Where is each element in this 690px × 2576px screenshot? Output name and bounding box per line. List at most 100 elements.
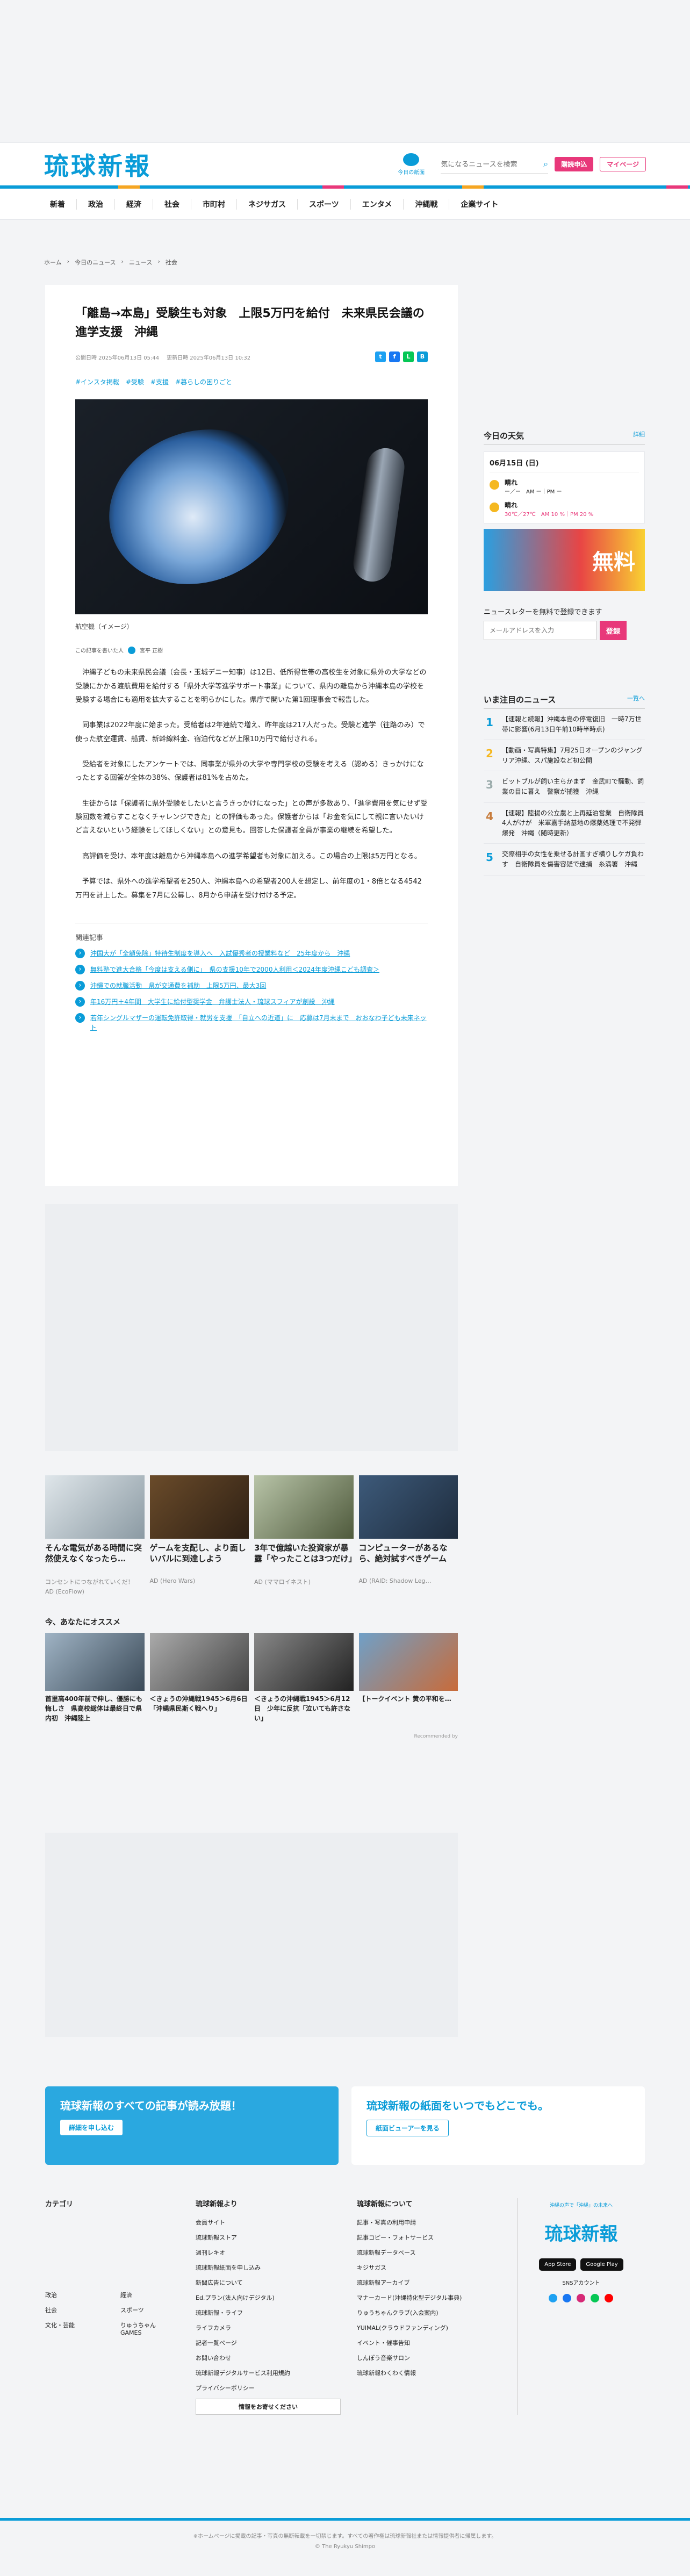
newsletter-submit-button[interactable]: 登録 bbox=[600, 621, 627, 640]
footer-link[interactable]: しんぽう音楽サロン bbox=[357, 2353, 495, 2362]
promo-subscribe-button[interactable]: 詳細を申し込む bbox=[60, 2120, 123, 2135]
footer-link[interactable]: 琉球新報アーカイブ bbox=[357, 2278, 495, 2287]
nav-item-new[interactable]: 新着 bbox=[39, 199, 76, 210]
nav-item-towns[interactable]: 市町村 bbox=[191, 198, 236, 210]
footer-link[interactable]: 琉球新報わくわく情報 bbox=[357, 2369, 495, 2377]
footer-link[interactable]: 琉球新報デジタルサービス利用規約 bbox=[196, 2369, 335, 2377]
footer-link[interactable]: マナーカード(沖縄特化型デジタル事典) bbox=[357, 2293, 495, 2302]
recommend-image[interactable] bbox=[149, 1633, 249, 1691]
site-logo[interactable]: 琉球新報 bbox=[44, 147, 152, 182]
footer-link[interactable]: 社会 bbox=[45, 2306, 120, 2314]
nav-item-society[interactable]: 社会 bbox=[153, 198, 191, 210]
footer-link[interactable]: スポーツ bbox=[120, 2306, 174, 2314]
tag[interactable]: #支援 bbox=[150, 377, 169, 386]
footer-link[interactable]: 記事コピー・フォトサービス bbox=[357, 2233, 495, 2242]
mypage-button[interactable]: マイページ bbox=[600, 157, 646, 171]
footer-link[interactable]: 記事・写真の利用申請 bbox=[357, 2218, 495, 2227]
footer-link[interactable]: りゅうちゃんGAMES bbox=[120, 2321, 174, 2336]
footer-link[interactable]: キジサガス bbox=[357, 2263, 495, 2272]
twitter-share-icon[interactable]: t bbox=[375, 351, 386, 363]
recommend-card[interactable]: ＜きょうの沖縄戦1945＞6月12日 少年に反抗「泣いても許さない」 bbox=[254, 1633, 354, 1726]
footer-link[interactable]: 琉球新報紙面を申し込み bbox=[196, 2263, 335, 2272]
search-icon[interactable]: ⌕ bbox=[543, 159, 548, 169]
ad-image[interactable] bbox=[358, 1475, 458, 1539]
footer-link[interactable]: イベント・催事告知 bbox=[357, 2338, 495, 2347]
ranking-item[interactable]: 3 ビットブルが飼い主らかまず 金武町で騒動、飼業の目に暮え 警察が捕獲 沖縄 bbox=[484, 771, 645, 803]
facebook-share-icon[interactable]: f bbox=[389, 351, 400, 363]
related-item[interactable]: 年16万円＋4年間 大学生に給付型奨学金 弁護士法人・琉球スフィアが創設 沖縄 bbox=[75, 997, 428, 1007]
author-name[interactable]: 宮平 正樹 bbox=[140, 646, 163, 654]
footer-link[interactable]: 政治 bbox=[45, 2291, 120, 2299]
ad-image[interactable] bbox=[254, 1475, 354, 1539]
footer-link[interactable]: YUIMAL(クラウドファンディング) bbox=[357, 2323, 495, 2332]
line-icon[interactable] bbox=[591, 2294, 600, 2302]
ad-card[interactable]: コンピューターがあるなら、絶対試すべきゲーム AD (RAID: Shadow … bbox=[358, 1475, 458, 1595]
nav-item-kijisagasu[interactable]: ネジサガス bbox=[236, 198, 297, 210]
footer-link[interactable]: 会員サイト bbox=[196, 2218, 335, 2227]
weather-more-link[interactable]: 詳細 bbox=[633, 430, 645, 441]
related-item[interactable]: 若年シングルマザーの運転免許取得・就労を支援 「自立への近道」に 応募は7月末ま… bbox=[75, 1013, 428, 1032]
footer-link[interactable]: 文化・芸能 bbox=[45, 2321, 120, 2329]
footer-link[interactable]: 新聞広告について bbox=[196, 2278, 335, 2287]
contact-button[interactable]: 情報をお寄せください bbox=[196, 2399, 341, 2415]
line-share-icon[interactable]: L bbox=[403, 351, 414, 363]
related-item[interactable]: 沖国大が「全額免除」特待生制度を導入へ 入試優秀者の授業料など 25年度から 沖… bbox=[75, 949, 428, 958]
ranking-item[interactable]: 5 交際相手の女性を乗せる計画すぎ横りしケガ負わす 自衛隊員を傷害容疑で逮捕 糸満… bbox=[484, 844, 645, 876]
footer-link[interactable]: りゅうちゃんクラブ(入会案内) bbox=[357, 2308, 495, 2317]
recommend-card[interactable]: ＜きょうの沖縄戦1945＞6月6日「沖縄県民斯く戦へり」 bbox=[149, 1633, 249, 1726]
ranking-item[interactable]: 1 【速報と続報】沖縄本島の停電復旧 一時7万世帯に影響(6月13日午前10時半時… bbox=[484, 709, 645, 741]
tag[interactable]: #暮らしの困りごと bbox=[175, 377, 232, 386]
nav-item-politics[interactable]: 政治 bbox=[76, 198, 114, 210]
footer-link[interactable]: 琉球新報・ライフ bbox=[196, 2308, 335, 2317]
nav-item-okinawa-war[interactable]: 沖縄戦 bbox=[403, 198, 449, 210]
promo-subscribe[interactable]: 琉球新報のすべての記事が読み放題！ 詳細を申し込む bbox=[45, 2086, 339, 2165]
footer-link[interactable]: お問い合わせ bbox=[196, 2353, 335, 2362]
footer-link[interactable]: プライバシーポリシー bbox=[196, 2384, 335, 2392]
recommend-card[interactable]: 首里高400年前で伸し、優勝にも悔しさ 県高校総体は最終日で県内初 沖縄陸上 bbox=[45, 1633, 145, 1726]
twitter-icon[interactable] bbox=[549, 2294, 558, 2302]
footer-link[interactable]: 経済 bbox=[120, 2291, 174, 2299]
promo-viewer[interactable]: 琉球新報の紙面をいつでもどこでも。 紙面ビューアーを見る bbox=[351, 2086, 645, 2165]
recommend-image[interactable] bbox=[358, 1633, 458, 1691]
footer-link[interactable]: 琉球新報データベース bbox=[357, 2248, 495, 2257]
hatena-share-icon[interactable]: B bbox=[417, 351, 428, 363]
nav-item-sports[interactable]: スポーツ bbox=[297, 198, 350, 210]
footer-link[interactable]: ライフカメラ bbox=[196, 2323, 335, 2332]
google-play-badge[interactable]: Google Play bbox=[580, 2258, 623, 2271]
footer-logo[interactable]: 琉球新報 bbox=[518, 2219, 645, 2245]
ad-image[interactable] bbox=[149, 1475, 249, 1539]
related-item[interactable]: 沖縄での就職活動 県が交通費を補助 上限5万円、最大3回 bbox=[75, 981, 428, 991]
recommend-card[interactable]: 【トークイベント 黄の平和を… bbox=[358, 1633, 458, 1726]
ranking-more-link[interactable]: 一覧へ bbox=[627, 694, 645, 705]
tag[interactable]: #インスタ掲載 bbox=[75, 377, 119, 386]
footer-link[interactable]: 記者一覧ページ bbox=[196, 2338, 335, 2347]
ranking-item[interactable]: 4 【速報】陸揚の公立農と上再延泊営業 自衛隊員4人がけが 米軍嘉手納基地の爆薬処… bbox=[484, 803, 645, 844]
footer-link[interactable]: 琉球新報ストア bbox=[196, 2233, 335, 2242]
footer-link[interactable]: 週刊レキオ bbox=[196, 2248, 335, 2257]
ad-card[interactable]: そんな電気がある時間に突然使えなくなったら… コンセントにつながれていくだ！ A… bbox=[45, 1475, 145, 1595]
related-item[interactable]: 無料塾で進大合格「今度は支える側に」 県の支援10年で2000人利用＜2024年… bbox=[75, 965, 428, 974]
instagram-icon[interactable] bbox=[577, 2294, 586, 2302]
ad-card[interactable]: ゲームを支配し、より面しいバルに到達しよう AD (Hero Wars) bbox=[149, 1475, 249, 1595]
youtube-icon[interactable] bbox=[605, 2294, 614, 2302]
recommend-image[interactable] bbox=[254, 1633, 354, 1691]
subscribe-button[interactable]: 購読申込 bbox=[555, 157, 594, 171]
breadcrumb-today[interactable]: 今日のニュース bbox=[75, 258, 116, 267]
todays-paper-button[interactable]: 今日の紙面 bbox=[398, 153, 425, 176]
nav-item-entertainment[interactable]: エンタメ bbox=[350, 198, 404, 210]
search-input[interactable] bbox=[441, 160, 544, 168]
nav-item-economy[interactable]: 経済 bbox=[114, 198, 153, 210]
footer-link[interactable]: Ed.プラン(法人向けデジタル) bbox=[196, 2293, 335, 2302]
ad-image[interactable] bbox=[45, 1475, 145, 1539]
app-store-badge[interactable]: App Store bbox=[539, 2258, 577, 2271]
sidebar-banner-ad[interactable]: 無料 bbox=[484, 529, 645, 591]
recommend-image[interactable] bbox=[45, 1633, 145, 1691]
promo-viewer-button[interactable]: 紙面ビューアーを見る bbox=[366, 2120, 449, 2136]
breadcrumb-home[interactable]: ホーム bbox=[44, 258, 62, 267]
ad-card[interactable]: 3年で億越いた投資家が暴露「やったことは3つだけ」 AD (ママロイネスト) bbox=[254, 1475, 354, 1595]
facebook-icon[interactable] bbox=[563, 2294, 572, 2302]
breadcrumb-news[interactable]: ニュース bbox=[129, 258, 152, 267]
tag[interactable]: #受験 bbox=[126, 377, 144, 386]
ranking-item[interactable]: 2 【動画・写真特集】7月25日オープンのジャングリア沖縄、スパ施設など初公開 bbox=[484, 740, 645, 772]
email-field[interactable] bbox=[484, 621, 596, 640]
